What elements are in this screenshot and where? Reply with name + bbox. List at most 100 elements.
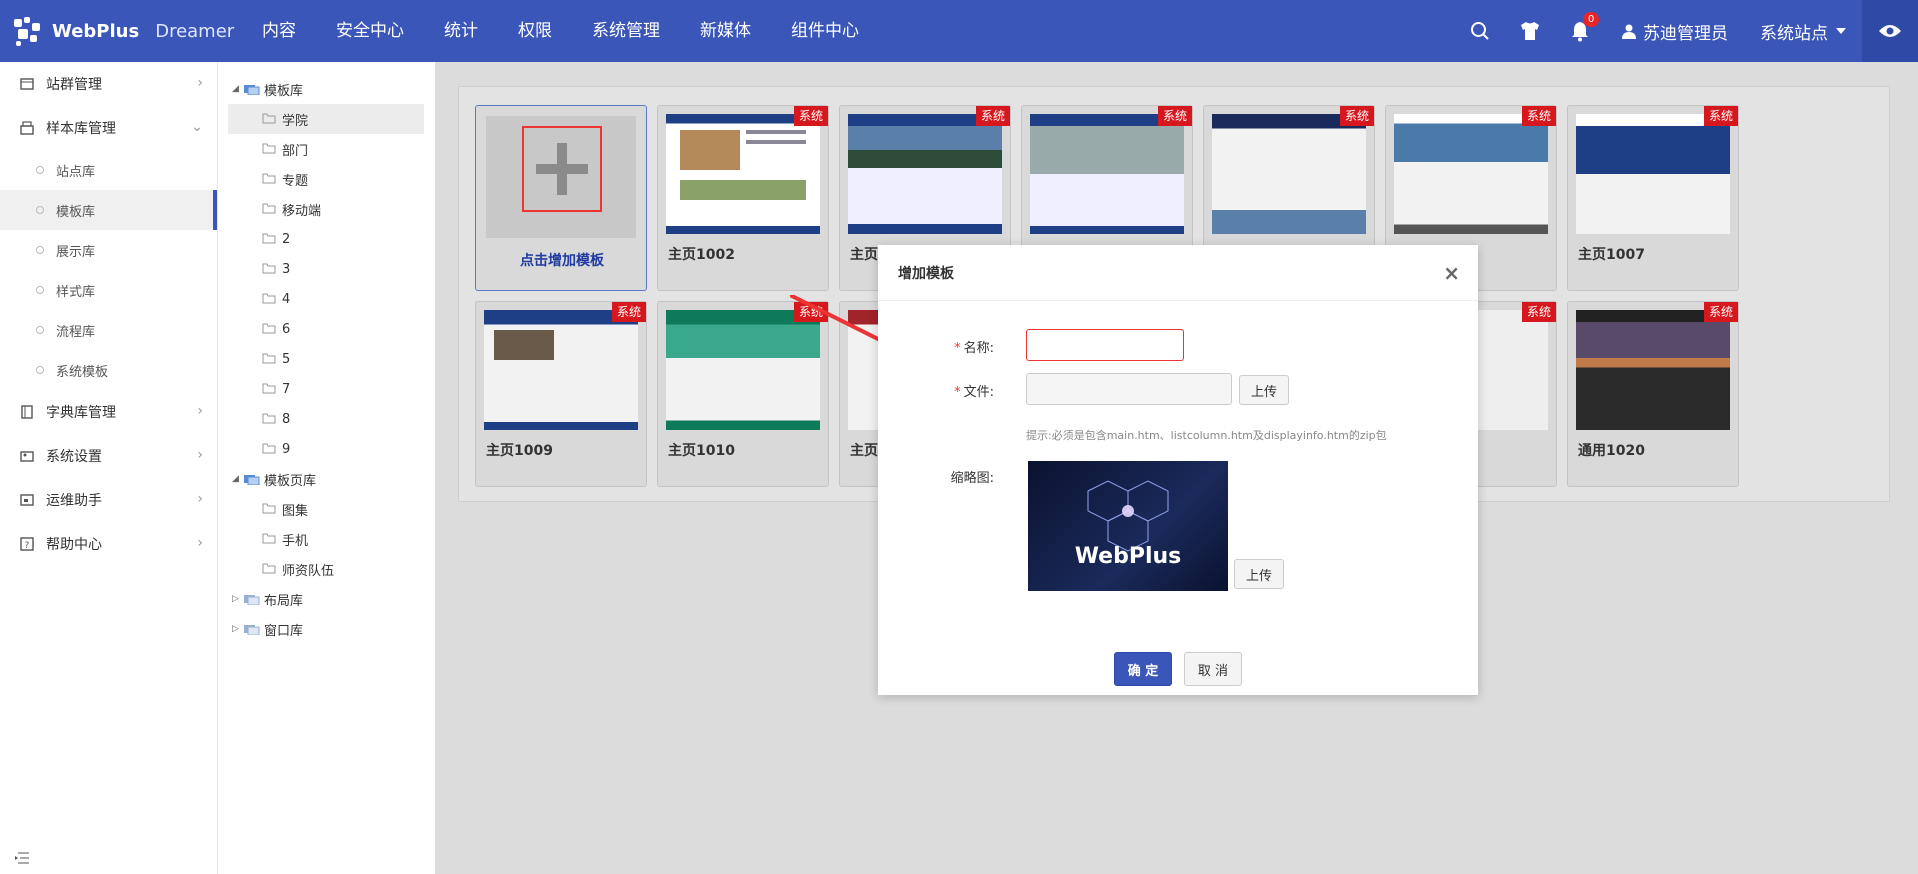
file-upload-button[interactable]: 上传 — [1239, 375, 1289, 405]
tree-node-7[interactable]: 7 — [218, 374, 435, 404]
preview-eye-icon[interactable] — [1862, 0, 1918, 62]
template-card[interactable]: 系统 通用1020 — [1567, 301, 1739, 487]
top-nav: 内容 安全中心 统计 权限 系统管理 新媒体 组件中心 — [242, 0, 879, 62]
file-input[interactable] — [1026, 373, 1232, 405]
add-placeholder — [486, 116, 636, 238]
close-icon[interactable]: × — [1443, 261, 1460, 285]
tree-node-label: 布局库 — [264, 593, 304, 609]
sidebar-sub-template-lib[interactable]: 模板库 — [0, 190, 217, 230]
tree-node-topic[interactable]: 专题 — [218, 164, 435, 194]
tree-node-window-lib[interactable]: ▷ 窗口库 — [218, 614, 435, 644]
nav-system[interactable]: 系统管理 — [572, 0, 680, 62]
tree-node-template-lib[interactable]: ◢ 模板库 — [218, 74, 435, 104]
template-name: 主页1010 — [668, 443, 735, 459]
brand-sub: Dreamer — [155, 20, 235, 42]
folder-icon — [262, 263, 278, 275]
help-icon: ? — [18, 535, 36, 553]
tree-node-4[interactable]: 4 — [218, 284, 435, 314]
caret-down-icon — [1836, 28, 1846, 34]
logo[interactable]: WebPlus Dreamer — [12, 12, 234, 50]
folder-icon — [262, 293, 278, 305]
sidebar-sub-display-lib[interactable]: 展示库 — [0, 230, 217, 270]
nav-security[interactable]: 安全中心 — [316, 0, 424, 62]
tree-node-3[interactable]: 3 — [218, 254, 435, 284]
template-thumbnail — [666, 114, 820, 234]
sidebar-item-sample-lib[interactable]: 样本库管理 ⌄ — [0, 106, 217, 150]
tree-node-college[interactable]: 学院 — [228, 104, 424, 134]
collapsed-caret-icon: ▷ — [232, 624, 239, 634]
sidebar-sub-label: 流程库 — [56, 324, 96, 340]
folder-icon — [262, 143, 278, 155]
folder-icon — [262, 113, 278, 125]
template-card[interactable]: 系统 主页1007 — [1567, 105, 1739, 291]
search-icon[interactable] — [1455, 0, 1505, 62]
sidebar-item-help[interactable]: ? 帮助中心 › — [0, 522, 217, 566]
folder-icon — [262, 563, 278, 575]
site-switcher[interactable]: 系统站点 — [1744, 0, 1862, 62]
sidebar-sub-system-template[interactable]: 系统模板 — [0, 350, 217, 390]
system-tag: 系统 — [793, 106, 828, 126]
thumbnail-label: 缩略图: — [950, 471, 994, 486]
tree-node-9[interactable]: 9 — [218, 434, 435, 464]
user-icon — [1622, 24, 1636, 39]
template-name: 通用1020 — [1578, 443, 1645, 459]
notification-badge: 0 — [1583, 12, 1600, 27]
cancel-button[interactable]: 取 消 — [1184, 652, 1242, 686]
tree-node-layout-lib[interactable]: ▷ 布局库 — [218, 584, 435, 614]
tree-node-5[interactable]: 5 — [218, 344, 435, 374]
nav-components[interactable]: 组件中心 — [771, 0, 879, 62]
sidebar-sub-site-lib[interactable]: 站点库 — [0, 150, 217, 190]
dot-icon — [36, 166, 44, 174]
user-menu[interactable]: 苏迪管理员 — [1605, 0, 1744, 62]
template-thumbnail — [484, 310, 638, 430]
name-input[interactable] — [1026, 329, 1184, 361]
tree-node-label: 模板页库 — [264, 473, 317, 489]
template-name: 主页 — [850, 247, 878, 263]
nav-content[interactable]: 内容 — [242, 0, 316, 62]
nav-new-media[interactable]: 新媒体 — [680, 0, 771, 62]
template-thumbnail — [1576, 114, 1730, 234]
tree-node-label: 手机 — [282, 533, 309, 549]
file-label: * 文件: — [954, 385, 994, 400]
nav-stats[interactable]: 统计 — [424, 0, 498, 62]
tree-node-label: 移动端 — [282, 203, 322, 219]
library-icon — [244, 473, 260, 486]
confirm-button[interactable]: 确 定 — [1114, 652, 1172, 686]
tree-node-dept[interactable]: 部门 — [218, 134, 435, 164]
file-hint: 提示:必须是包含main.htm、listcolumn.htm及displayi… — [1026, 429, 1387, 442]
expanded-caret-icon: ◢ — [232, 474, 239, 484]
tree-node-template-page-lib[interactable]: ◢ 模板页库 — [218, 464, 435, 494]
bell-icon[interactable]: 0 — [1555, 0, 1605, 62]
tree-node-label: 师资队伍 — [282, 563, 335, 579]
sidebar-item-label: 字典库管理 — [46, 405, 116, 421]
sidebar-item-site-group[interactable]: 站群管理 › — [0, 62, 217, 106]
site-name: 系统站点 — [1760, 23, 1828, 44]
chevron-right-icon: › — [197, 491, 203, 507]
template-card[interactable]: 系统 主页1009 — [475, 301, 647, 487]
tree-node-mobile[interactable]: 移动端 — [218, 194, 435, 224]
collapsed-caret-icon: ▷ — [232, 594, 239, 604]
tree-node-faculty[interactable]: 师资队伍 — [218, 554, 435, 584]
tree-node-label: 9 — [282, 441, 291, 457]
collapse-sidebar-icon[interactable] — [14, 852, 30, 868]
sidebar-sub-flow-lib[interactable]: 流程库 — [0, 310, 217, 350]
logo-icon — [12, 15, 44, 47]
tree-node-2[interactable]: 2 — [218, 224, 435, 254]
tree-node-label: 部门 — [282, 143, 309, 159]
sidebar-item-ops[interactable]: 运维助手 › — [0, 478, 217, 522]
nav-permission[interactable]: 权限 — [498, 0, 572, 62]
dot-icon — [36, 206, 44, 214]
sidebar-item-settings[interactable]: 系统设置 › — [0, 434, 217, 478]
tree-node-6[interactable]: 6 — [218, 314, 435, 344]
tree-node-8[interactable]: 8 — [218, 404, 435, 434]
sidebar-sub-style-lib[interactable]: 样式库 — [0, 270, 217, 310]
system-tag: 系统 — [1521, 302, 1556, 322]
skin-icon[interactable] — [1505, 0, 1555, 62]
add-template-card[interactable]: 点击增加模板 — [475, 105, 647, 291]
thumbnail-upload-button[interactable]: 上传 — [1234, 559, 1284, 589]
tree-node-label: 2 — [282, 231, 291, 247]
tree-node-phone[interactable]: 手机 — [218, 524, 435, 554]
template-card[interactable]: 系统 主页1002 — [657, 105, 829, 291]
sidebar-item-dict[interactable]: 字典库管理 › — [0, 390, 217, 434]
tree-node-gallery[interactable]: 图集 — [218, 494, 435, 524]
